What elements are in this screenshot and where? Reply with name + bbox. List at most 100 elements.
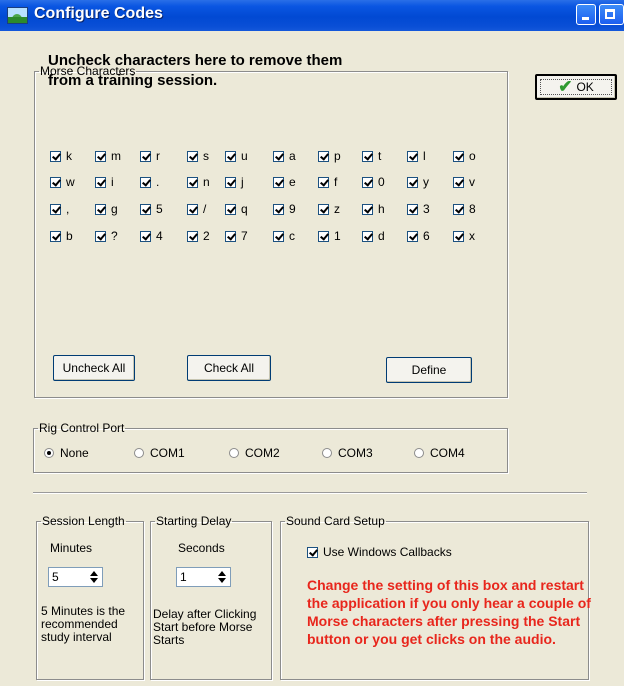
app-icon[interactable]	[7, 7, 28, 24]
morse-char-checkbox[interactable]: s	[187, 149, 209, 163]
morse-char-label: l	[423, 149, 426, 163]
checkbox-checked-icon	[50, 230, 61, 242]
morse-char-checkbox[interactable]: 8	[453, 202, 476, 216]
morse-char-label: a	[289, 149, 296, 163]
title-bar[interactable]: Configure Codes	[0, 0, 624, 31]
ok-button[interactable]: ✔ OK	[535, 74, 617, 100]
spinner-arrows-icon[interactable]	[88, 570, 100, 584]
morse-char-label: p	[334, 149, 341, 163]
morse-char-checkbox[interactable]: p	[318, 149, 341, 163]
morse-char-label: 6	[423, 229, 430, 243]
rig-port-radio-com2[interactable]: COM2	[229, 446, 280, 460]
checkbox-checked-icon	[225, 203, 236, 215]
checkbox-checked-icon	[318, 150, 329, 162]
checkbox-checked-icon	[453, 150, 464, 162]
rig-port-radio-none[interactable]: None	[44, 446, 89, 460]
morse-char-label: 0	[378, 175, 385, 189]
morse-char-label: 1	[334, 229, 341, 243]
checkbox-checked-icon	[318, 230, 329, 242]
checkbox-checked-icon	[273, 203, 284, 215]
morse-char-checkbox[interactable]: o	[453, 149, 476, 163]
checkbox-checked-icon	[50, 176, 61, 188]
morse-char-checkbox[interactable]: ,	[50, 202, 69, 216]
morse-char-label: 5	[156, 202, 163, 216]
morse-char-checkbox[interactable]: j	[225, 175, 244, 189]
checkbox-checked-icon	[140, 150, 151, 162]
morse-char-label: x	[469, 229, 475, 243]
morse-char-checkbox[interactable]: r	[140, 149, 160, 163]
checkbox-checked-icon	[95, 176, 106, 188]
morse-char-checkbox[interactable]: ?	[95, 229, 118, 243]
morse-char-checkbox[interactable]: 0	[362, 175, 385, 189]
morse-char-label: 7	[241, 229, 248, 243]
rig-port-radio-com4[interactable]: COM4	[414, 446, 465, 460]
morse-char-checkbox[interactable]: .	[140, 175, 159, 189]
morse-char-checkbox[interactable]: z	[318, 202, 340, 216]
minimize-button[interactable]	[576, 4, 596, 25]
morse-char-checkbox[interactable]: c	[273, 229, 295, 243]
spinner-arrows-icon[interactable]	[216, 570, 228, 584]
rig-port-radio-com3[interactable]: COM3	[322, 446, 373, 460]
maximize-icon	[605, 9, 615, 19]
morse-char-checkbox[interactable]: 9	[273, 202, 296, 216]
morse-char-label: w	[66, 175, 75, 189]
checkbox-checked-icon	[50, 150, 61, 162]
morse-char-checkbox[interactable]: w	[50, 175, 75, 189]
checkbox-checked-icon	[187, 203, 198, 215]
starting-delay-spinner[interactable]: 1	[176, 567, 231, 587]
morse-char-checkbox[interactable]: e	[273, 175, 296, 189]
morse-char-label: v	[469, 175, 475, 189]
maximize-button[interactable]	[599, 4, 624, 25]
rig-port-radio-com1[interactable]: COM1	[134, 446, 185, 460]
morse-char-checkbox[interactable]: v	[453, 175, 475, 189]
morse-char-label: z	[334, 202, 340, 216]
morse-char-label: 2	[203, 229, 210, 243]
morse-char-label: 8	[469, 202, 476, 216]
define-button[interactable]: Define	[386, 357, 472, 383]
morse-char-checkbox[interactable]: f	[318, 175, 337, 189]
checkbox-checked-icon	[407, 150, 418, 162]
checkbox-checked-icon	[95, 150, 106, 162]
morse-char-checkbox[interactable]: 4	[140, 229, 163, 243]
morse-char-checkbox[interactable]: k	[50, 149, 72, 163]
checkbox-checked-icon	[140, 230, 151, 242]
morse-char-checkbox[interactable]: b	[50, 229, 73, 243]
morse-char-checkbox[interactable]: d	[362, 229, 385, 243]
morse-char-checkbox[interactable]: h	[362, 202, 385, 216]
morse-char-checkbox[interactable]: 5	[140, 202, 163, 216]
session-length-spinner[interactable]: 5	[48, 567, 103, 587]
checkbox-checked-icon	[453, 176, 464, 188]
use-windows-callbacks-checkbox[interactable]: Use Windows Callbacks	[307, 545, 452, 559]
morse-char-checkbox[interactable]: i	[95, 175, 114, 189]
morse-char-label: g	[111, 202, 118, 216]
radio-empty-icon	[134, 448, 144, 458]
rig-port-label: COM3	[338, 446, 373, 460]
check-all-button[interactable]: Check All	[187, 355, 271, 381]
morse-char-checkbox[interactable]: m	[95, 149, 121, 163]
morse-char-checkbox[interactable]: n	[187, 175, 210, 189]
morse-char-label: m	[111, 149, 121, 163]
radio-empty-icon	[414, 448, 424, 458]
morse-char-checkbox[interactable]: y	[407, 175, 429, 189]
morse-char-checkbox[interactable]: l	[407, 149, 426, 163]
checkbox-checked-icon	[362, 150, 373, 162]
morse-char-label: /	[203, 202, 207, 216]
uncheck-all-button[interactable]: Uncheck All	[53, 355, 135, 381]
morse-char-checkbox[interactable]: q	[225, 202, 248, 216]
morse-char-checkbox[interactable]: a	[273, 149, 296, 163]
checkbox-checked-icon	[407, 203, 418, 215]
morse-char-checkbox[interactable]: 6	[407, 229, 430, 243]
morse-char-checkbox[interactable]: 2	[187, 229, 210, 243]
checkbox-checked-icon	[140, 203, 151, 215]
morse-char-checkbox[interactable]: /	[187, 202, 206, 216]
morse-char-checkbox[interactable]: 1	[318, 229, 341, 243]
morse-char-label: r	[156, 149, 160, 163]
rig-port-label: COM2	[245, 446, 280, 460]
morse-char-checkbox[interactable]: 7	[225, 229, 248, 243]
morse-char-checkbox[interactable]: u	[225, 149, 248, 163]
morse-char-checkbox[interactable]: 3	[407, 202, 430, 216]
morse-char-checkbox[interactable]: x	[453, 229, 475, 243]
morse-char-checkbox[interactable]: t	[362, 149, 381, 163]
morse-char-label: e	[289, 175, 296, 189]
morse-char-checkbox[interactable]: g	[95, 202, 118, 216]
